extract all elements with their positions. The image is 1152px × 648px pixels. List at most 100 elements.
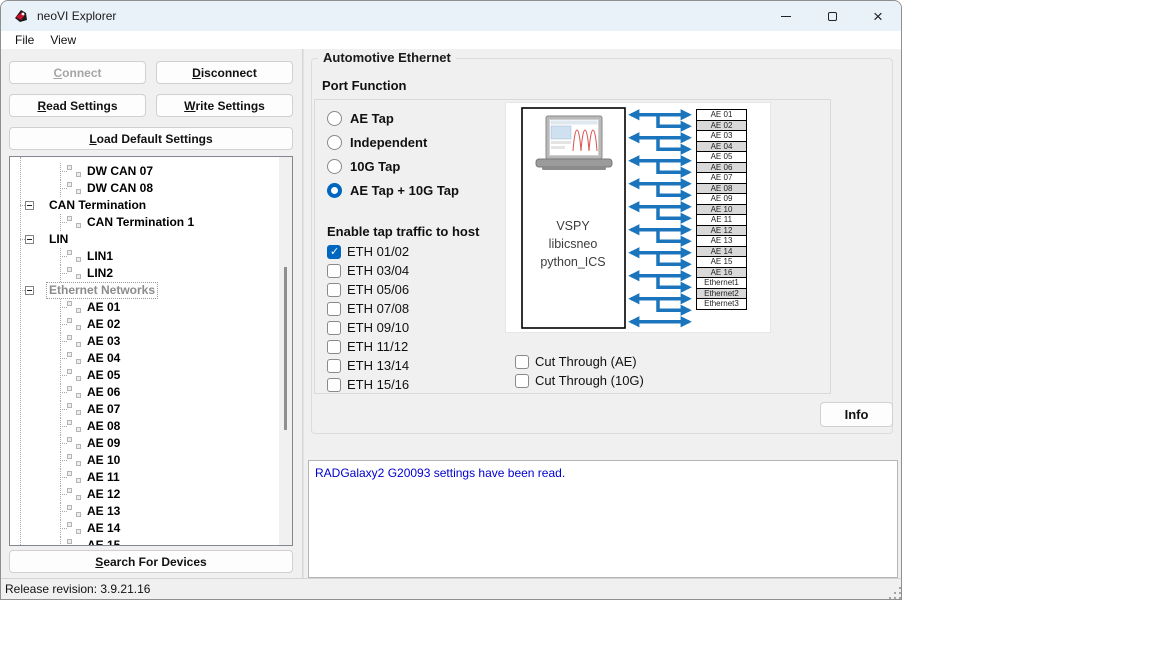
checkbox-label: ETH 05/06 bbox=[347, 282, 409, 297]
tree-item[interactable]: LIN1 bbox=[10, 248, 279, 265]
checkbox-icon[interactable] bbox=[327, 359, 341, 373]
network-status-icon bbox=[67, 401, 84, 417]
checkbox-label: ETH 07/08 bbox=[347, 301, 409, 316]
radio-label: 10G Tap bbox=[350, 159, 400, 174]
menu-item[interactable]: File bbox=[7, 31, 42, 49]
checkbox-icon[interactable] bbox=[515, 355, 529, 369]
network-status-icon bbox=[67, 180, 84, 196]
network-status-icon bbox=[67, 452, 84, 468]
tree-item[interactable]: LIN2 bbox=[10, 265, 279, 282]
checkbox-icon[interactable] bbox=[327, 321, 341, 335]
checkbox-icon[interactable] bbox=[327, 340, 341, 354]
port-cell: Ethernet3 bbox=[696, 298, 747, 310]
connect-button[interactable]: Connect bbox=[9, 61, 146, 84]
tree-item[interactable]: AE 03 bbox=[10, 333, 279, 350]
port-function-label: Port Function bbox=[322, 78, 407, 93]
tap-arrows bbox=[631, 115, 689, 322]
tree-item[interactable]: AE 02 bbox=[10, 316, 279, 333]
radio-option[interactable]: AE Tap + 10G Tap bbox=[327, 178, 459, 202]
search-for-devices-button[interactable]: Search For Devices bbox=[9, 550, 293, 573]
tree-item-label: DW CAN 08 bbox=[85, 181, 155, 196]
tree-item[interactable]: AE 12 bbox=[10, 486, 279, 503]
checkbox-option[interactable]: ETH 11/12 bbox=[327, 337, 409, 356]
maximize-button[interactable] bbox=[809, 1, 855, 31]
tree-item[interactable]: DW CAN 07 bbox=[10, 163, 279, 180]
close-button[interactable]: × bbox=[855, 1, 901, 31]
checkbox-option[interactable]: ETH 09/10 bbox=[327, 318, 409, 337]
network-status-icon bbox=[67, 214, 84, 230]
checkbox-option[interactable]: ETH 03/04 bbox=[327, 261, 409, 280]
checkbox-label: ETH 03/04 bbox=[347, 263, 409, 278]
collapse-icon[interactable] bbox=[25, 235, 34, 244]
tree-item[interactable]: AE 14 bbox=[10, 520, 279, 537]
radio-icon[interactable] bbox=[327, 111, 342, 126]
tree-scrollbar-thumb[interactable] bbox=[284, 267, 287, 430]
tree-item[interactable]: LIN bbox=[10, 231, 279, 248]
tree-item[interactable]: AE 09 bbox=[10, 435, 279, 452]
tree-item[interactable]: AE 07 bbox=[10, 401, 279, 418]
window-title: neoVI Explorer bbox=[37, 9, 116, 23]
panel-splitter[interactable] bbox=[302, 49, 304, 578]
read-settings-button[interactable]: Read Settings bbox=[9, 94, 146, 117]
network-status-icon bbox=[67, 265, 84, 281]
network-status-icon bbox=[67, 486, 84, 502]
tree-item[interactable]: Ethernet Networks bbox=[10, 282, 279, 299]
tree-item[interactable]: AE 15 bbox=[10, 537, 279, 546]
radio-option[interactable]: 10G Tap bbox=[327, 154, 459, 178]
tree-item-label: AE 13 bbox=[85, 504, 122, 519]
minimize-button[interactable] bbox=[763, 1, 809, 31]
radio-option[interactable]: Independent bbox=[327, 130, 459, 154]
tree-item[interactable]: DW CAN 08 bbox=[10, 180, 279, 197]
tree-item[interactable]: AE 04 bbox=[10, 350, 279, 367]
tree-item-label: CAN Termination bbox=[47, 198, 148, 213]
radio-icon[interactable] bbox=[327, 159, 342, 174]
checkbox-icon[interactable] bbox=[327, 378, 341, 392]
radio-icon[interactable] bbox=[327, 135, 342, 150]
checkbox-option[interactable]: ETH 05/06 bbox=[327, 280, 409, 299]
status-bar: Release revision: 3.9.21.16 bbox=[1, 578, 901, 599]
radio-option[interactable]: AE Tap bbox=[327, 106, 459, 130]
resize-grip-icon[interactable] bbox=[894, 592, 896, 594]
checkbox-option[interactable]: ETH 15/16 bbox=[327, 375, 409, 394]
disconnect-button[interactable]: Disconnect bbox=[156, 61, 293, 84]
checkbox-option[interactable]: ETH 01/02 bbox=[327, 242, 409, 261]
load-default-settings-button[interactable]: Load Default Settings bbox=[9, 127, 293, 150]
enable-tap-traffic-label: Enable tap traffic to host bbox=[327, 224, 479, 239]
tree-item[interactable]: AE 01 bbox=[10, 299, 279, 316]
message-panel: RADGalaxy2 G20093 settings have been rea… bbox=[308, 460, 898, 578]
tree-item[interactable]: CAN Termination bbox=[10, 197, 279, 214]
network-status-icon bbox=[67, 520, 84, 536]
checkbox-icon[interactable] bbox=[327, 245, 341, 259]
tree-item-label: AE 10 bbox=[85, 453, 122, 468]
tree-item[interactable]: AE 06 bbox=[10, 384, 279, 401]
tap-diagram: VSPY libicsneo python_ICS bbox=[505, 102, 771, 333]
write-settings-button[interactable]: Write Settings bbox=[156, 94, 293, 117]
checkbox-label: ETH 01/02 bbox=[347, 244, 409, 259]
checkbox-option[interactable]: Cut Through (AE) bbox=[515, 352, 644, 371]
checkbox-icon[interactable] bbox=[327, 283, 341, 297]
tree-scrollbar[interactable] bbox=[279, 157, 292, 545]
tree-item[interactable]: AE 11 bbox=[10, 469, 279, 486]
tree-item[interactable]: AE 08 bbox=[10, 418, 279, 435]
checkbox-option[interactable]: ETH 13/14 bbox=[327, 356, 409, 375]
checkbox-icon[interactable] bbox=[327, 302, 341, 316]
maximize-icon bbox=[828, 12, 837, 21]
tree-item-label: LIN2 bbox=[85, 266, 115, 281]
radio-icon[interactable] bbox=[327, 183, 342, 198]
automotive-ethernet-group: Automotive Ethernet Port Function AE Tap… bbox=[311, 58, 893, 434]
collapse-icon[interactable] bbox=[25, 286, 34, 295]
app-logo-icon bbox=[13, 8, 29, 24]
tree-item[interactable]: AE 10 bbox=[10, 452, 279, 469]
info-button[interactable]: Info bbox=[820, 402, 893, 427]
collapse-icon[interactable] bbox=[25, 201, 34, 210]
tree-item[interactable]: CAN Termination 1 bbox=[10, 214, 279, 231]
menu-item[interactable]: View bbox=[42, 31, 84, 49]
checkbox-icon[interactable] bbox=[515, 374, 529, 388]
tree-item[interactable]: AE 05 bbox=[10, 367, 279, 384]
network-status-icon bbox=[67, 333, 84, 349]
checkbox-option[interactable]: Cut Through (10G) bbox=[515, 371, 644, 390]
checkbox-option[interactable]: ETH 07/08 bbox=[327, 299, 409, 318]
checkbox-icon[interactable] bbox=[327, 264, 341, 278]
tree-item[interactable]: AE 13 bbox=[10, 503, 279, 520]
app-window: neoVI Explorer × FileView Connect Discon… bbox=[0, 0, 902, 600]
